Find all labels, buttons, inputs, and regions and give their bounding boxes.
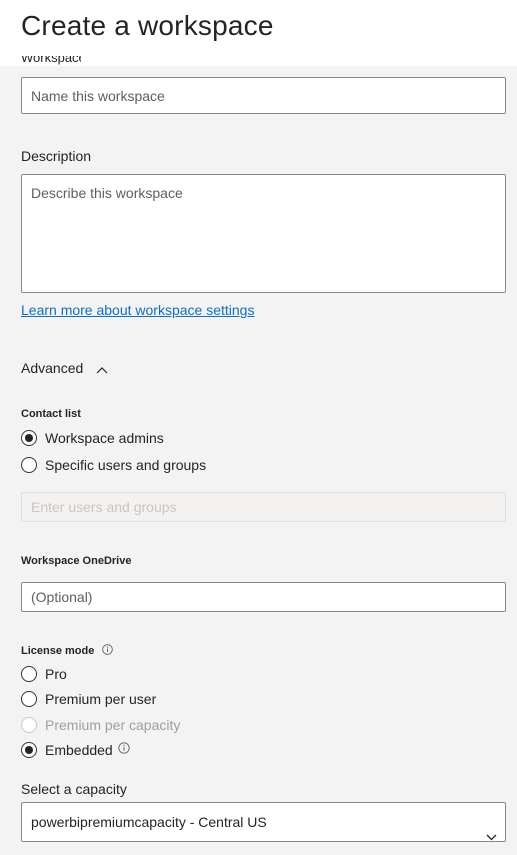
license-option-label: Premium per user [45, 691, 157, 707]
chevron-down-icon [486, 817, 497, 855]
radio-button[interactable] [21, 691, 37, 707]
radio-button[interactable] [21, 742, 37, 758]
radio-button[interactable] [21, 457, 37, 473]
radio-button[interactable] [21, 666, 37, 682]
info-icon[interactable] [118, 741, 130, 759]
license-option-embedded[interactable]: Embedded [21, 740, 130, 760]
description-label: Description [21, 148, 92, 164]
contact-option-label: Workspace admins [45, 430, 164, 446]
workspace-name-label: Workspace name [21, 56, 81, 66]
capacity-label: Select a capacity [21, 781, 127, 797]
onedrive-label: Workspace OneDrive [21, 555, 132, 567]
capacity-select[interactable]: powerbipremiumcapacity - Central US [21, 802, 506, 842]
radio-button[interactable] [21, 430, 37, 446]
contact-option-workspace-admins[interactable]: Workspace admins [21, 428, 164, 448]
license-option-label: Premium per capacity [45, 717, 181, 733]
license-mode-label-text: License mode [21, 644, 95, 657]
license-option-premium-per-user[interactable]: Premium per user [21, 689, 156, 709]
onedrive-input[interactable] [21, 582, 506, 612]
chevron-up-icon [96, 361, 108, 377]
contact-option-label: Specific users and groups [45, 457, 207, 473]
license-option-label: Pro [45, 666, 67, 682]
capacity-selected-value: powerbipremiumcapacity - Central US [31, 814, 267, 830]
learn-more-link[interactable]: Learn more about workspace settings [21, 302, 254, 318]
radio-button [21, 717, 37, 733]
workspace-name-input[interactable] [21, 77, 506, 114]
advanced-toggle[interactable]: Advanced [21, 360, 108, 377]
users-groups-input: Enter users and groups [21, 492, 506, 522]
license-option-label: Embedded [45, 742, 113, 758]
license-option-premium-per-capacity: Premium per capacity [21, 715, 180, 735]
advanced-label: Advanced [21, 360, 84, 376]
info-icon[interactable] [102, 644, 114, 658]
contact-list-label: Contact list [21, 408, 81, 420]
workspace-name-label-text: Workspace name [21, 56, 81, 66]
description-input[interactable] [21, 174, 506, 293]
license-mode-label: License mode [21, 644, 114, 658]
license-option-pro[interactable]: Pro [21, 664, 67, 684]
contact-option-specific-users[interactable]: Specific users and groups [21, 455, 206, 475]
page-title: Create a workspace [21, 10, 274, 41]
